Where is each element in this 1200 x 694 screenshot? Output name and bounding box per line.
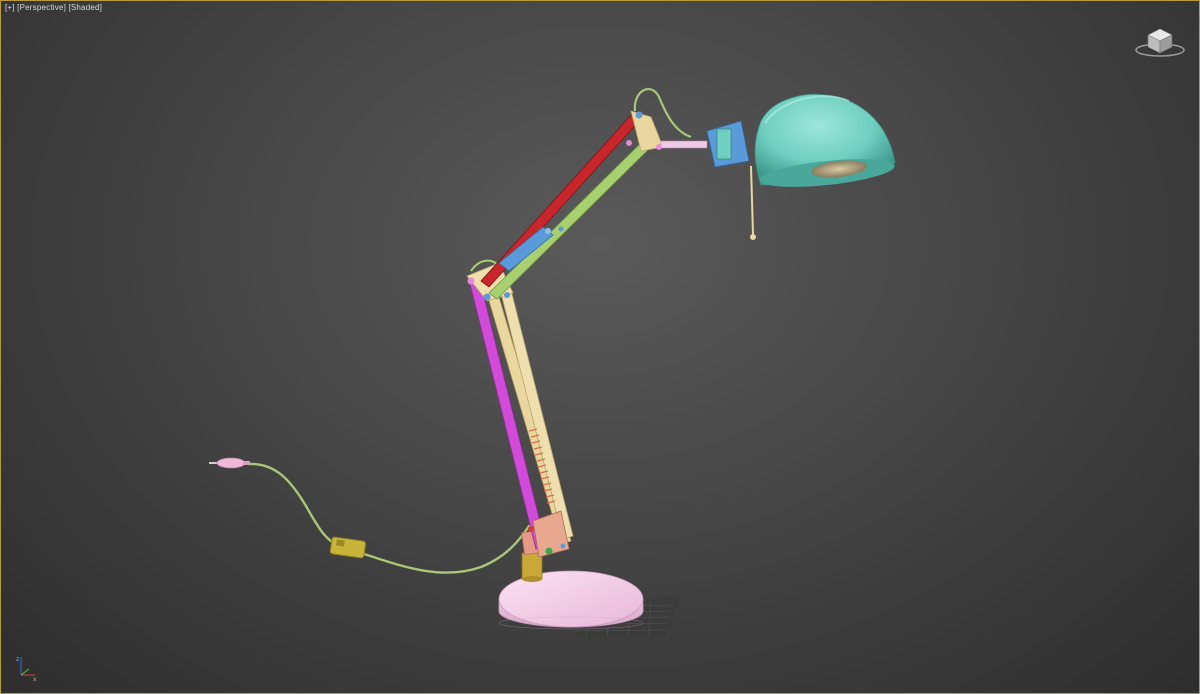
power-plug: [209, 457, 250, 469]
svg-text:z: z: [16, 656, 19, 663]
perspective-viewport[interactable]: [+] [Perspective] [Shaded] z x: [0, 0, 1200, 694]
axis-gizmo-icon: z x: [16, 656, 37, 683]
svg-text:x: x: [33, 676, 37, 683]
lamp-shade: [754, 93, 896, 187]
cable-switch: [329, 536, 367, 559]
lamp-socket: [706, 120, 756, 240]
power-cable: [247, 462, 531, 574]
lower-arm-assembly: [469, 280, 574, 558]
lamp-model[interactable]: [1, 1, 1200, 694]
head-joint: [626, 88, 708, 152]
lamp-base: [498, 570, 644, 630]
